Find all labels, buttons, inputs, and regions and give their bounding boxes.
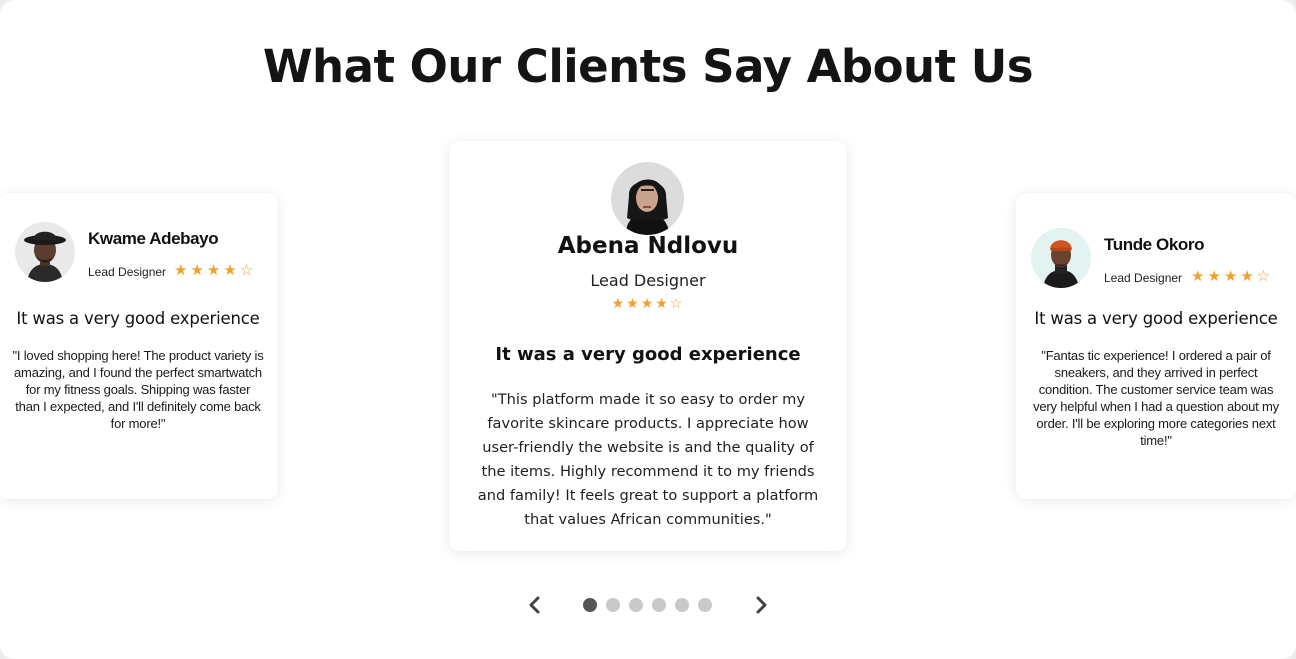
chevron-left-icon	[529, 596, 540, 614]
section-title: What Our Clients Say About Us	[262, 40, 1034, 93]
reviewer-role: Lead Designer	[88, 265, 167, 279]
testimonial-card-active[interactable]: Abena Ndlovu Lead Designer ★★★★☆ It was …	[449, 141, 847, 551]
reviewer-name: Kwame Adebayo	[88, 229, 219, 248]
star-rating: ★★★★☆	[174, 262, 257, 279]
testimonial-card-right[interactable]: Tunde Okoro Lead Designer ★★★★☆ It was a…	[1016, 193, 1296, 499]
reviewer-name: Abena Ndlovu	[557, 233, 739, 259]
carousel-dot[interactable]	[652, 598, 666, 612]
carousel-dot[interactable]	[675, 598, 689, 612]
carousel-dot[interactable]	[698, 598, 712, 612]
review-quote: "Fantas tic experience! I ordered a pair…	[1033, 348, 1279, 448]
star-rating: ★★★★☆	[611, 295, 685, 311]
chevron-right-icon	[756, 596, 767, 614]
avatar	[611, 162, 684, 235]
carousel-prev-button[interactable]	[524, 594, 546, 616]
testimonials-section: What Our Clients Say About Us Kwame Adeb…	[0, 0, 1296, 659]
reviewer-name: Tunde Okoro	[1104, 235, 1205, 254]
carousel-dot[interactable]	[583, 598, 597, 612]
carousel-next-button[interactable]	[750, 594, 772, 616]
review-quote: "I loved shopping here! The product vari…	[12, 348, 264, 431]
review-headline: It was a very good experience	[16, 309, 260, 328]
review-headline: It was a very good experience	[495, 344, 801, 365]
carousel-pagination	[583, 598, 712, 612]
carousel-dot[interactable]	[606, 598, 620, 612]
avatar	[15, 222, 75, 282]
review-quote: "This platform made it so easy to order …	[477, 391, 819, 528]
carousel-dot[interactable]	[629, 598, 643, 612]
review-headline: It was a very good experience	[1034, 309, 1278, 328]
testimonial-card-left[interactable]: Kwame Adebayo Lead Designer ★★★★☆ It was…	[0, 193, 278, 499]
star-rating: ★★★★☆	[1191, 268, 1274, 285]
avatar	[1031, 228, 1091, 288]
reviewer-role: Lead Designer	[590, 271, 706, 290]
reviewer-role: Lead Designer	[1104, 271, 1183, 285]
